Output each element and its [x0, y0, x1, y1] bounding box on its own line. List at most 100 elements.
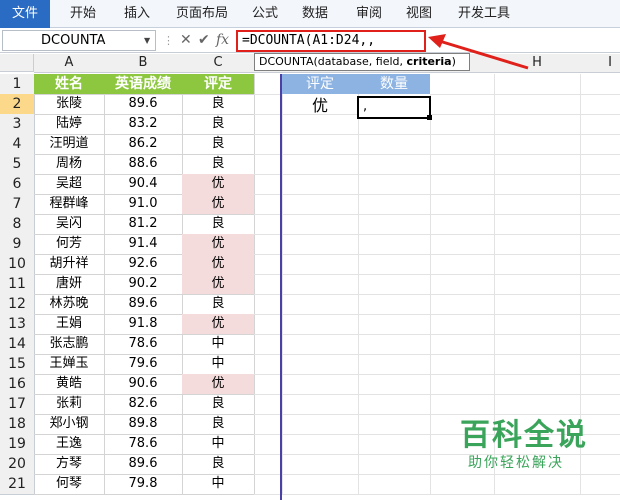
empty-cell[interactable]: [358, 194, 431, 215]
empty-cell[interactable]: [282, 354, 359, 375]
empty-cell[interactable]: [254, 474, 283, 495]
tab-formulas[interactable]: 公式: [252, 0, 278, 28]
row-header-9[interactable]: 9: [0, 234, 35, 255]
table-cell[interactable]: 唐妍: [34, 274, 105, 295]
table-cell[interactable]: 汪明道: [34, 134, 105, 155]
empty-cell[interactable]: [494, 74, 581, 95]
empty-cell[interactable]: [494, 174, 581, 195]
tab-developer[interactable]: 开发工具: [458, 0, 510, 28]
empty-cell[interactable]: [430, 114, 495, 135]
table-cell[interactable]: 良: [182, 94, 255, 115]
table-cell[interactable]: 林苏晚: [34, 294, 105, 315]
table-cell[interactable]: 90.2: [104, 274, 183, 295]
row-header-8[interactable]: 8: [0, 214, 35, 235]
table-cell[interactable]: 90.6: [104, 374, 183, 395]
tab-page-layout[interactable]: 页面布局: [176, 0, 228, 28]
empty-cell[interactable]: [358, 234, 431, 255]
criteria-value-rating[interactable]: 优: [282, 94, 358, 118]
empty-cell[interactable]: [430, 234, 495, 255]
empty-cell[interactable]: [358, 174, 431, 195]
table-cell[interactable]: 张陵: [34, 94, 105, 115]
column-header-a[interactable]: A: [34, 54, 105, 73]
table-cell[interactable]: 中: [182, 474, 255, 495]
empty-cell[interactable]: [282, 374, 359, 395]
empty-cell[interactable]: [430, 74, 495, 95]
table-header-cell[interactable]: 姓名: [34, 74, 105, 95]
tooltip-current-arg[interactable]: criteria: [407, 55, 452, 68]
row-header-20[interactable]: 20: [0, 454, 35, 475]
empty-cell[interactable]: [430, 314, 495, 335]
table-cell[interactable]: 优: [182, 254, 255, 275]
table-cell[interactable]: 79.8: [104, 474, 183, 495]
row-header-12[interactable]: 12: [0, 294, 35, 315]
empty-cell[interactable]: [580, 74, 620, 95]
table-cell[interactable]: 78.6: [104, 434, 183, 455]
empty-cell[interactable]: [254, 374, 283, 395]
table-cell[interactable]: 83.2: [104, 114, 183, 135]
row-header-17[interactable]: 17: [0, 394, 35, 415]
empty-cell[interactable]: [580, 374, 620, 395]
empty-cell[interactable]: [358, 214, 431, 235]
table-cell[interactable]: 89.6: [104, 454, 183, 475]
empty-cell[interactable]: [430, 254, 495, 275]
empty-cell[interactable]: [430, 214, 495, 235]
table-cell[interactable]: 良: [182, 454, 255, 475]
table-cell[interactable]: 王婵玉: [34, 354, 105, 375]
empty-cell[interactable]: [494, 334, 581, 355]
empty-cell[interactable]: [358, 434, 431, 455]
table-cell[interactable]: 胡升祥: [34, 254, 105, 275]
empty-cell[interactable]: [580, 314, 620, 335]
table-cell[interactable]: 良: [182, 214, 255, 235]
empty-cell[interactable]: [358, 414, 431, 435]
table-cell[interactable]: 张莉: [34, 394, 105, 415]
row-header-16[interactable]: 16: [0, 374, 35, 395]
empty-cell[interactable]: [494, 114, 581, 135]
table-cell[interactable]: 何琴: [34, 474, 105, 495]
empty-cell[interactable]: [254, 114, 283, 135]
row-header-3[interactable]: 3: [0, 114, 35, 135]
empty-cell[interactable]: [430, 294, 495, 315]
table-cell[interactable]: 优: [182, 194, 255, 215]
tab-data[interactable]: 数据: [302, 0, 328, 28]
empty-cell[interactable]: [430, 134, 495, 155]
empty-cell[interactable]: [494, 294, 581, 315]
row-header-21[interactable]: 21: [0, 474, 35, 495]
empty-cell[interactable]: [358, 354, 431, 375]
table-cell[interactable]: 89.6: [104, 94, 183, 115]
empty-cell[interactable]: [358, 254, 431, 275]
empty-cell[interactable]: [254, 414, 283, 435]
table-cell[interactable]: 良: [182, 134, 255, 155]
empty-cell[interactable]: [282, 234, 359, 255]
empty-cell[interactable]: [282, 314, 359, 335]
empty-cell[interactable]: [494, 254, 581, 275]
empty-cell[interactable]: [358, 454, 431, 475]
table-cell[interactable]: 王逸: [34, 434, 105, 455]
empty-cell[interactable]: [580, 94, 620, 115]
row-header-14[interactable]: 14: [0, 334, 35, 355]
empty-cell[interactable]: [494, 94, 581, 115]
table-cell[interactable]: 中: [182, 434, 255, 455]
empty-cell[interactable]: [580, 354, 620, 375]
empty-cell[interactable]: [358, 134, 431, 155]
empty-cell[interactable]: [254, 94, 283, 115]
table-cell[interactable]: 方琴: [34, 454, 105, 475]
empty-cell[interactable]: [282, 154, 359, 175]
table-cell[interactable]: 91.4: [104, 234, 183, 255]
table-header-cell[interactable]: 英语成绩: [104, 74, 183, 95]
empty-cell[interactable]: [282, 454, 359, 475]
empty-cell[interactable]: [580, 234, 620, 255]
table-cell[interactable]: 王娟: [34, 314, 105, 335]
empty-cell[interactable]: [254, 434, 283, 455]
table-cell[interactable]: 89.6: [104, 294, 183, 315]
row-header-13[interactable]: 13: [0, 314, 35, 335]
empty-cell[interactable]: [254, 274, 283, 295]
empty-cell[interactable]: [254, 454, 283, 475]
empty-cell[interactable]: [358, 474, 431, 495]
empty-cell[interactable]: [358, 154, 431, 175]
empty-cell[interactable]: [254, 234, 283, 255]
row-header-2[interactable]: 2: [0, 94, 35, 115]
empty-cell[interactable]: [254, 174, 283, 195]
row-header-10[interactable]: 10: [0, 254, 35, 275]
empty-cell[interactable]: [282, 194, 359, 215]
empty-cell[interactable]: [580, 294, 620, 315]
